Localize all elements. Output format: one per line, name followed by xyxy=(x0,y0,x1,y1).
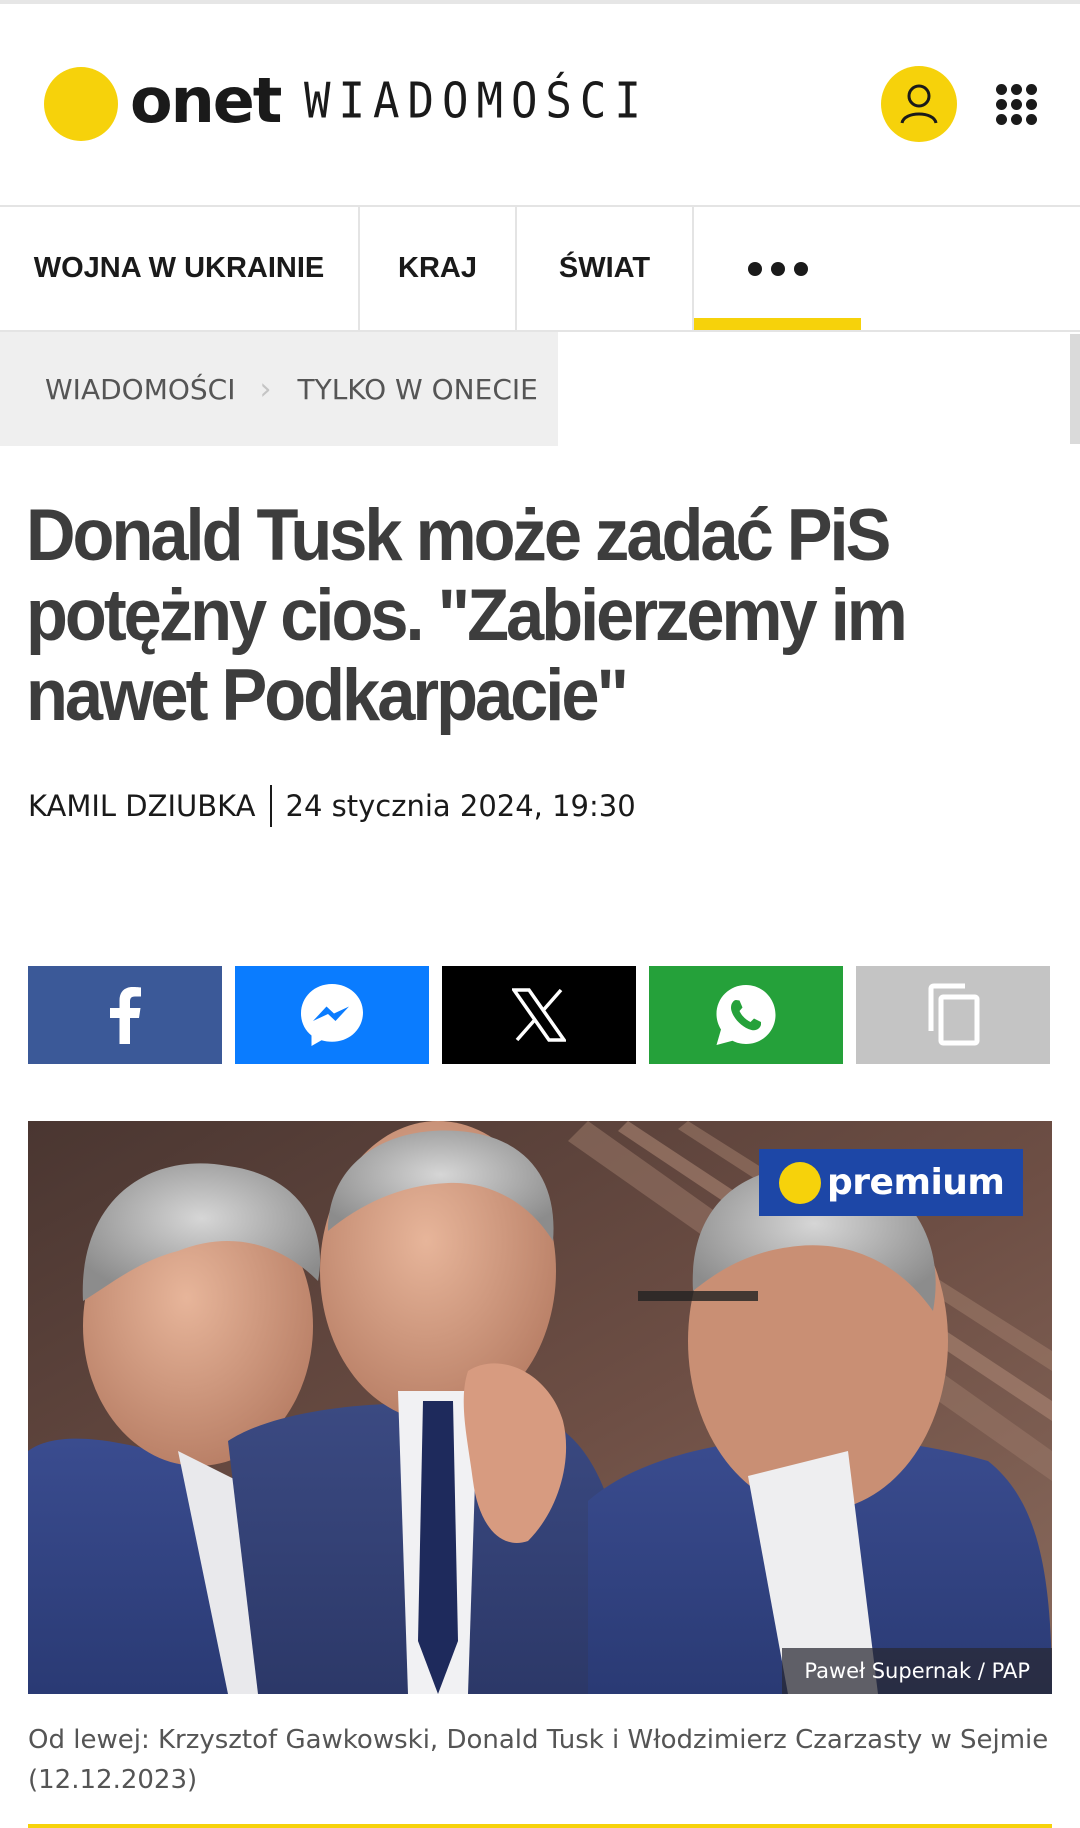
share-x-button[interactable] xyxy=(442,966,636,1064)
onet-logo-dot[interactable] xyxy=(44,67,118,141)
whatsapp-icon xyxy=(716,985,776,1045)
chevron-right-icon: › xyxy=(259,371,272,407)
article-author[interactable]: KAMIL DZIUBKA xyxy=(28,789,256,823)
article-photo[interactable]: premium Paweł Supernak / PAP xyxy=(28,1121,1052,1694)
section-logo[interactable]: WIADOMOŚCI xyxy=(304,71,649,134)
copy-link-button[interactable] xyxy=(856,966,1050,1064)
article-meta: KAMIL DZIUBKA 24 stycznia 2024, 19:30 xyxy=(28,785,636,827)
photo-caption: Od lewej: Krzysztof Gawkowski, Donald Tu… xyxy=(28,1725,1049,1795)
bottom-accent-line xyxy=(28,1824,1052,1828)
user-icon xyxy=(900,84,938,124)
nav-item-wojna-w-ukrainie[interactable]: WOJNA W UKRAINIE xyxy=(0,207,360,330)
premium-dot-icon xyxy=(779,1161,821,1204)
onet-logo[interactable]: onet xyxy=(130,56,282,146)
nav-item-kraj[interactable]: KRAJ xyxy=(360,207,517,330)
x-icon xyxy=(512,988,566,1042)
breadcrumb: WIADOMOŚCI › TYLKO W ONECIE xyxy=(0,332,1080,446)
breadcrumb-scrollbar[interactable] xyxy=(1070,334,1080,444)
messenger-icon xyxy=(301,984,363,1046)
copy-icon xyxy=(928,983,980,1046)
share-whatsapp-button[interactable] xyxy=(649,966,843,1064)
photo-credit: Paweł Supernak / PAP xyxy=(782,1648,1052,1694)
more-dots-icon[interactable] xyxy=(694,207,861,330)
breadcrumb-item-wiadomosci[interactable]: WIADOMOŚCI xyxy=(45,373,235,406)
apps-grid-icon[interactable] xyxy=(996,84,1038,126)
main-navigation: WOJNA W UKRAINIE KRAJ ŚWIAT xyxy=(0,205,1080,332)
meta-divider xyxy=(269,785,272,827)
user-account-button[interactable] xyxy=(881,66,957,142)
active-indicator xyxy=(694,318,861,330)
premium-label: premium xyxy=(827,1162,1005,1203)
share-facebook-button[interactable] xyxy=(28,966,222,1064)
premium-badge[interactable]: premium xyxy=(759,1149,1023,1216)
article-date: 24 stycznia 2024, 19:30 xyxy=(285,789,636,823)
facebook-icon xyxy=(110,987,141,1044)
site-header: onet WIADOMOŚCI xyxy=(0,4,1080,205)
nav-item-swiat[interactable]: ŚWIAT xyxy=(517,207,694,330)
breadcrumb-item-tylko-w-onecie[interactable]: TYLKO W ONECIE xyxy=(297,373,537,406)
share-messenger-button[interactable] xyxy=(235,966,429,1064)
article-title: Donald Tusk może zadać PiS potężny cios.… xyxy=(26,495,908,736)
